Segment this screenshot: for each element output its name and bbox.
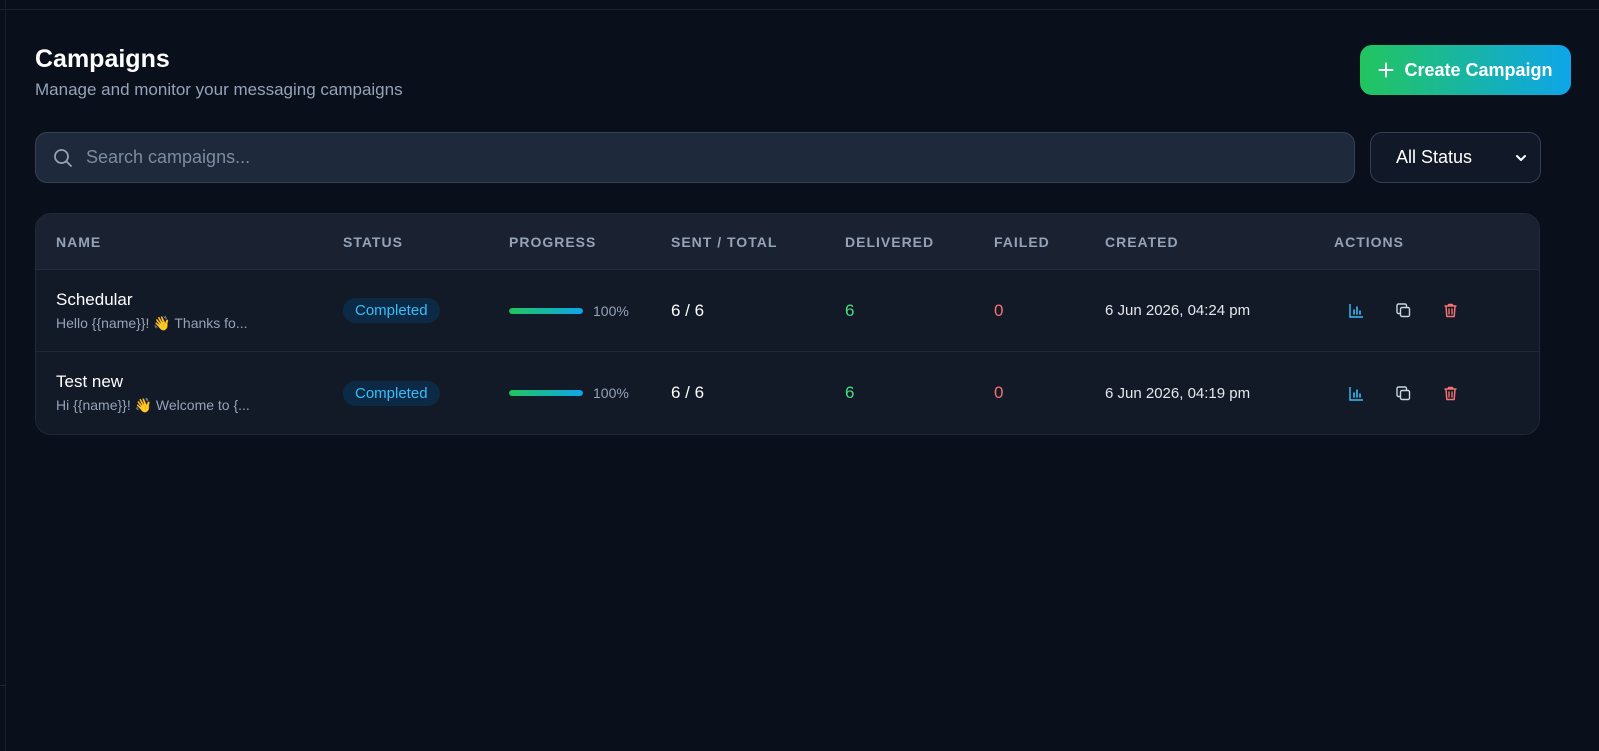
page-heading-group: Campaigns Manage and monitor your messag… (35, 44, 403, 100)
page-title: Campaigns (35, 45, 170, 73)
copy-icon (1395, 303, 1410, 318)
column-header-failed: Failed (994, 233, 1050, 250)
status-badge: Completed (343, 298, 440, 323)
progress-cell: 100% (509, 385, 671, 401)
search-icon (54, 148, 72, 167)
delivered-value: 6 (845, 383, 855, 402)
progress-bar (509, 307, 583, 314)
campaigns-page: Campaigns Manage and monitor your messag… (35, 44, 1571, 435)
duplicate-button[interactable] (1393, 383, 1413, 403)
status-cell: Completed (343, 298, 509, 323)
sent-total-value: 6 / 6 (671, 300, 705, 320)
table-header: Name Status Progress Sent / Total Delive… (36, 214, 1539, 270)
column-header-actions: Actions (1334, 233, 1404, 250)
sent-total-value: 6 / 6 (671, 383, 705, 402)
progress-percent: 100% (593, 302, 629, 319)
status-cell: Completed (343, 380, 509, 406)
campaign-message-preview: Hi {{name}}! 👋 Welcome to {... (56, 397, 250, 413)
column-header-name: Name (56, 233, 102, 250)
column-header-delivered: Delivered (845, 233, 935, 250)
created-date: 6 Jun 2026, 04:24 pm (1105, 302, 1251, 319)
progress-percent: 100% (593, 385, 629, 401)
sidebar-divider (0, 685, 6, 686)
delivered-value: 6 (845, 300, 855, 320)
column-header-status: Status (343, 233, 403, 250)
progress-cell: 100% (509, 303, 671, 319)
column-header-progress: Progress (509, 233, 597, 250)
bar-chart-icon (1348, 304, 1363, 318)
plus-icon (1378, 62, 1394, 78)
campaign-name-cell: Test new Hi {{name}}! 👋 Welcome to {... (36, 372, 343, 414)
row-actions (1334, 383, 1539, 403)
status-badge: Completed (343, 380, 440, 406)
table-row[interactable]: Test new Hi {{name}}! 👋 Welcome to {... … (36, 352, 1539, 434)
status-filter-value: All Status (1396, 147, 1473, 167)
bar-chart-icon (1348, 386, 1363, 401)
copy-icon (1395, 385, 1410, 400)
column-header-sent-total: Sent / Total (671, 233, 778, 250)
progress-fill (509, 307, 583, 314)
chevron-down-icon (1516, 154, 1526, 161)
view-analytics-button[interactable] (1346, 301, 1366, 321)
column-header-created: Created (1105, 233, 1179, 250)
table-row[interactable]: Schedular Hello {{name}}! 👋 Thanks fo...… (36, 270, 1539, 352)
progress-fill (509, 390, 583, 396)
row-actions (1334, 301, 1539, 321)
trash-icon (1444, 303, 1456, 318)
top-bar-edge (0, 0, 1599, 10)
filter-toolbar: All Status (35, 132, 1571, 183)
status-filter-select[interactable]: All Status (1370, 132, 1541, 183)
failed-value: 0 (994, 383, 1004, 402)
campaigns-table: Name Status Progress Sent / Total Delive… (35, 213, 1540, 435)
progress-bar (509, 390, 583, 396)
failed-value: 0 (994, 300, 1004, 320)
page-header: Campaigns Manage and monitor your messag… (35, 44, 1571, 100)
search-box (35, 132, 1355, 183)
duplicate-button[interactable] (1393, 301, 1413, 321)
delete-button[interactable] (1440, 383, 1460, 403)
sidebar-edge (0, 0, 6, 751)
create-campaign-label: Create Campaign (1404, 59, 1553, 80)
view-analytics-button[interactable] (1346, 383, 1366, 403)
campaign-message-preview: Hello {{name}}! 👋 Thanks fo... (56, 314, 248, 331)
trash-icon (1444, 386, 1456, 400)
search-input[interactable] (73, 133, 1354, 182)
page-subtitle: Manage and monitor your messaging campai… (35, 80, 403, 99)
campaign-name: Test new (56, 372, 124, 391)
campaign-name-cell: Schedular Hello {{name}}! 👋 Thanks fo... (36, 290, 343, 332)
create-campaign-button[interactable]: Create Campaign (1360, 45, 1571, 95)
delete-button[interactable] (1440, 301, 1460, 321)
created-date: 6 Jun 2026, 04:19 pm (1105, 384, 1251, 402)
campaign-name: Schedular (56, 289, 133, 309)
